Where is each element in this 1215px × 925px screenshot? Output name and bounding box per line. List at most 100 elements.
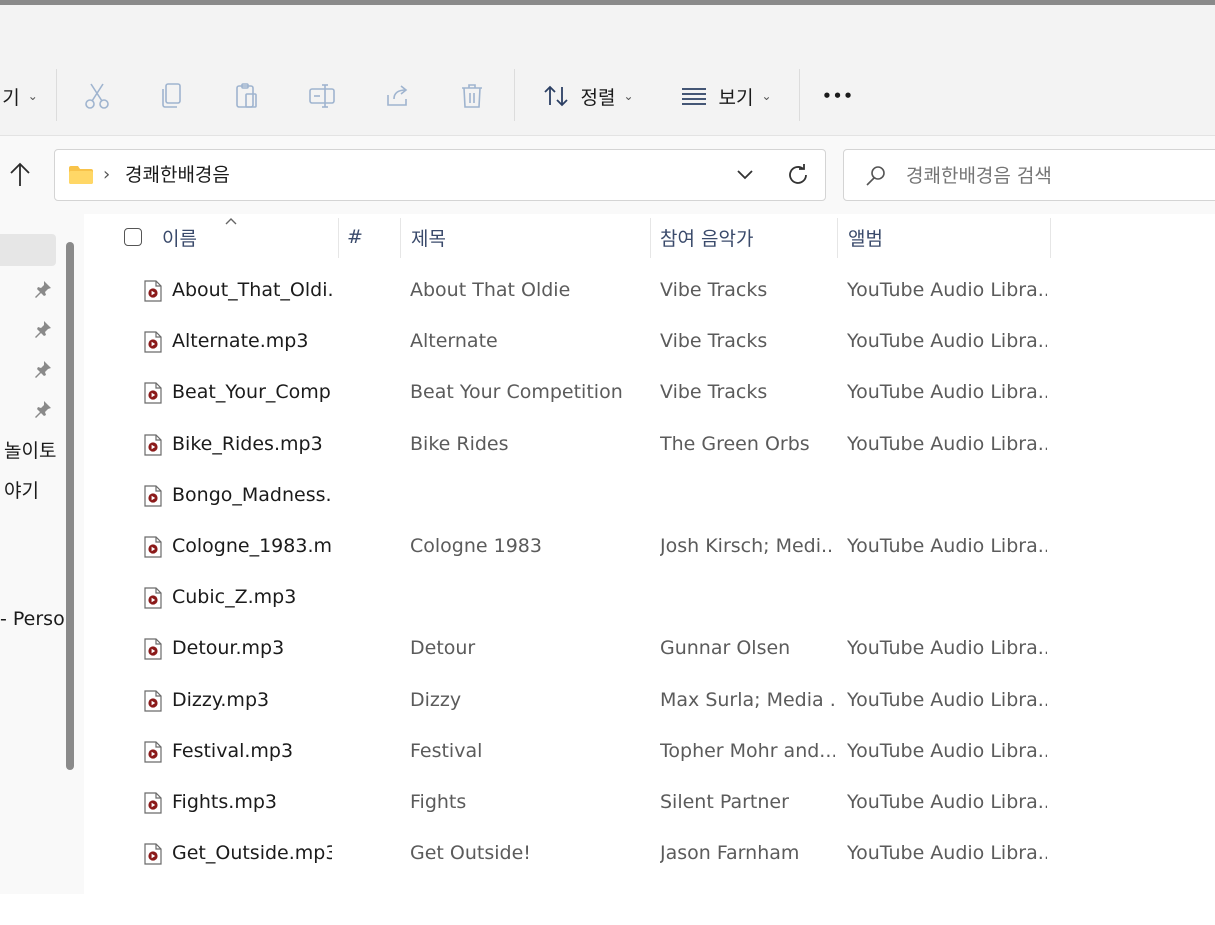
file-title: Festival: [410, 739, 483, 762]
file-row[interactable]: Bike_Rides.mp3 Bike Rides The Green Orbs…: [84, 419, 1215, 470]
audio-file-icon: [144, 280, 162, 302]
file-title: Get Outside!: [410, 842, 531, 865]
file-album: YouTube Audio Libra...: [847, 739, 1047, 762]
file-row[interactable]: Bongo_Madness....: [84, 470, 1215, 521]
nav-item[interactable]: - Perso: [0, 608, 65, 630]
file-title: About That Oldie: [410, 279, 571, 301]
audio-file-icon: [144, 792, 162, 814]
file-row[interactable]: Dizzy.mp3 Dizzy Max Surla; Media ... You…: [84, 675, 1215, 726]
arrow-up-icon: [10, 162, 30, 186]
file-title: [410, 572, 640, 623]
cut-button[interactable]: [74, 57, 120, 135]
file-album: YouTube Audio Libra...: [847, 842, 1047, 865]
nav-item[interactable]: 놀이토: [4, 436, 56, 463]
file-album: YouTube Audio Libra...: [847, 330, 1047, 353]
chevron-down-icon: [737, 170, 753, 180]
delete-button[interactable]: [449, 57, 495, 135]
list-view-icon: [682, 88, 707, 105]
file-artist: Vibe Tracks: [660, 330, 768, 353]
file-row[interactable]: About_That_Oldi... About That Oldie Vibe…: [84, 265, 1215, 316]
column-header-artist[interactable]: 참여 음악가: [660, 214, 830, 260]
nav-scrollbar-thumb[interactable]: [66, 242, 74, 770]
file-album: YouTube Audio Libra...: [847, 279, 1047, 301]
file-row[interactable]: Cubic_Z.mp3: [84, 572, 1215, 623]
share-button[interactable]: [374, 57, 420, 135]
file-artist: Max Surla; Media ...: [660, 688, 835, 711]
file-artist: Silent Partner: [660, 791, 789, 813]
file-row[interactable]: Detour.mp3 Detour Gunnar Olsen YouTube A…: [84, 623, 1215, 674]
new-button[interactable]: 기 ⌄: [0, 57, 40, 135]
audio-file-icon: [144, 689, 162, 712]
audio-file-icon: [144, 843, 162, 865]
column-divider[interactable]: [1050, 218, 1051, 258]
file-title: Dizzy: [410, 688, 462, 711]
file-name: Get_Outside.mp3: [172, 842, 332, 865]
file-row[interactable]: Festival.mp3 Festival Topher Mohr and...…: [84, 726, 1215, 777]
column-header-title[interactable]: 제목: [411, 214, 641, 260]
rename-button[interactable]: [299, 57, 345, 135]
sort-button[interactable]: 정렬 ⌄: [532, 57, 644, 135]
file-row[interactable]: Get_Outside.mp3 Get Outside! Jason Farnh…: [84, 828, 1215, 879]
share-icon: [387, 85, 408, 106]
file-album: YouTube Audio Libra...: [847, 381, 1047, 404]
view-button[interactable]: 보기 ⌄: [670, 57, 782, 135]
file-row[interactable]: Beat_Your_Comp... Beat Your Competition …: [84, 367, 1215, 418]
search-box[interactable]: [843, 149, 1215, 201]
file-artist: The Green Orbs: [660, 432, 810, 455]
column-header-name-label: 이름: [162, 227, 197, 250]
file-album: YouTube Audio Libra...: [847, 688, 1047, 711]
pin-icon: [35, 401, 51, 418]
file-row[interactable]: Fights.mp3 Fights Silent Partner YouTube…: [84, 777, 1215, 828]
view-label: 보기: [718, 86, 754, 109]
file-album: YouTube Audio Libra...: [847, 637, 1047, 660]
column-divider[interactable]: [650, 218, 651, 258]
command-bar: 기 ⌄ 정렬 ⌄ 보기 ⌄ •••: [0, 57, 1215, 136]
paste-button[interactable]: [224, 57, 270, 135]
breadcrumb-current-folder[interactable]: 경쾌한배경음: [125, 150, 230, 200]
file-title: [410, 470, 640, 521]
column-header-album-label: 앨범: [848, 227, 883, 250]
file-artist: Josh Kirsch; Medi...: [660, 535, 835, 557]
audio-file-icon: [144, 382, 162, 404]
file-album: [847, 470, 1047, 521]
audio-file-icon: [144, 331, 162, 353]
file-name: Detour.mp3: [172, 637, 285, 660]
toolbar-separator: [799, 69, 800, 121]
file-name: Beat_Your_Comp...: [172, 381, 332, 404]
address-bar[interactable]: › 경쾌한배경음: [54, 149, 826, 201]
refresh-icon: [789, 164, 807, 184]
file-album: YouTube Audio Libra...: [847, 791, 1047, 813]
refresh-button[interactable]: [786, 162, 810, 192]
audio-file-icon: [144, 485, 162, 507]
audio-file-icon: [144, 587, 162, 609]
pin-icon: [35, 281, 51, 298]
file-row[interactable]: Alternate.mp3 Alternate Vibe Tracks YouT…: [84, 316, 1215, 367]
file-album: YouTube Audio Libra...: [847, 535, 1047, 557]
file-row[interactable]: Cologne_1983.m... Cologne 1983 Josh Kirs…: [84, 521, 1215, 572]
address-history-dropdown[interactable]: [735, 163, 755, 191]
sort-label: 정렬: [580, 86, 616, 109]
column-header-number-label: #: [347, 226, 363, 248]
column-header-title-label: 제목: [411, 227, 446, 250]
select-all-checkbox[interactable]: [124, 214, 142, 260]
column-divider[interactable]: [400, 218, 401, 258]
column-header-artist-label: 참여 음악가: [660, 227, 754, 250]
up-button[interactable]: [6, 160, 36, 190]
file-artist: Vibe Tracks: [660, 279, 768, 301]
audio-file-icon: [144, 536, 162, 558]
search-input[interactable]: [904, 160, 1215, 192]
file-title: Cologne 1983: [410, 535, 542, 557]
copy-button[interactable]: [149, 57, 195, 135]
column-header-number[interactable]: #: [347, 214, 397, 260]
nav-selected-item[interactable]: [0, 234, 56, 266]
address-row: › 경쾌한배경음: [0, 136, 1215, 214]
file-artist: [660, 470, 835, 521]
column-header-album[interactable]: 앨범: [848, 214, 1048, 260]
column-divider[interactable]: [338, 218, 339, 258]
nav-item[interactable]: 야기: [4, 476, 39, 503]
file-artist: Gunnar Olsen: [660, 637, 791, 660]
more-options-button[interactable]: •••: [814, 57, 862, 135]
checkbox-icon: [124, 228, 142, 246]
column-divider[interactable]: [837, 218, 838, 258]
new-button-label: 기: [2, 86, 20, 109]
